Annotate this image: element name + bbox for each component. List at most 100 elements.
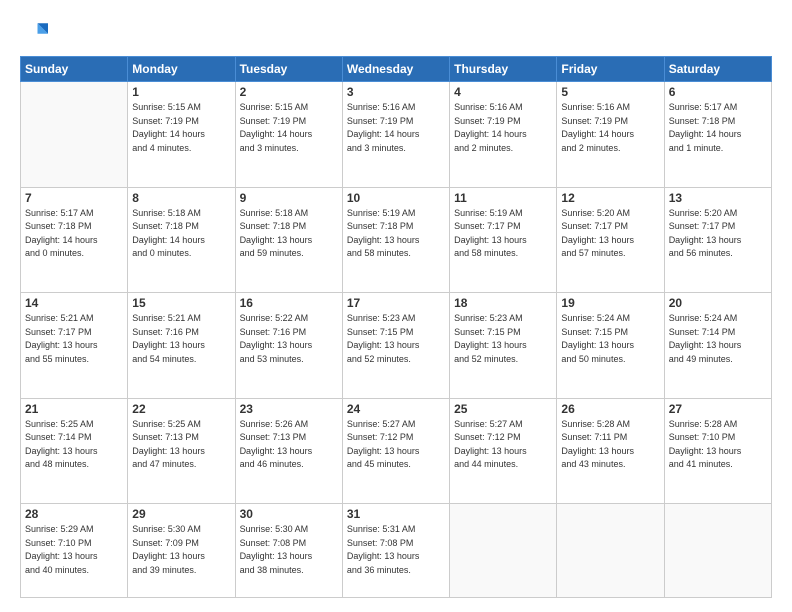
day-info: Sunrise: 5:22 AMSunset: 7:16 PMDaylight:… [240, 312, 338, 366]
day-info: Sunrise: 5:20 AMSunset: 7:17 PMDaylight:… [561, 207, 659, 261]
day-info: Sunrise: 5:16 AMSunset: 7:19 PMDaylight:… [561, 101, 659, 155]
day-info: Sunrise: 5:16 AMSunset: 7:19 PMDaylight:… [454, 101, 552, 155]
day-number: 9 [240, 191, 338, 205]
day-number: 10 [347, 191, 445, 205]
day-number: 23 [240, 402, 338, 416]
day-cell: 30 Sunrise: 5:30 AMSunset: 7:08 PMDayligh… [235, 504, 342, 598]
day-cell: 6 Sunrise: 5:17 AMSunset: 7:18 PMDaylight… [664, 82, 771, 188]
day-cell: 29Sunrise: 5:30 AMSunset: 7:09 PMDayligh… [128, 504, 235, 598]
day-info: Sunrise: 5:30 AMSunset: 7:08 PMDaylight:… [240, 523, 338, 577]
day-cell: 11 Sunrise: 5:19 AMSunset: 7:17 PMDayligh… [450, 187, 557, 293]
day-cell: 3 Sunrise: 5:16 AMSunset: 7:19 PMDaylight… [342, 82, 449, 188]
day-number: 28 [25, 507, 123, 521]
day-number: 1 [132, 85, 230, 99]
day-info: Sunrise: 5:17 AMSunset: 7:18 PMDaylight:… [25, 207, 123, 261]
day-info: Sunrise: 5:18 AMSunset: 7:18 PMDaylight:… [132, 207, 230, 261]
day-number: 31 [347, 507, 445, 521]
day-cell: 27Sunrise: 5:28 AMSunset: 7:10 PMDayligh… [664, 398, 771, 504]
day-info: Sunrise: 5:21 AMSunset: 7:17 PMDaylight:… [25, 312, 123, 366]
day-info: Sunrise: 5:25 AMSunset: 7:13 PMDaylight:… [132, 418, 230, 472]
day-cell: 4 Sunrise: 5:16 AMSunset: 7:19 PMDaylight… [450, 82, 557, 188]
day-number: 26 [561, 402, 659, 416]
day-info: Sunrise: 5:19 AMSunset: 7:17 PMDaylight:… [454, 207, 552, 261]
day-number: 24 [347, 402, 445, 416]
day-number: 7 [25, 191, 123, 205]
day-number: 12 [561, 191, 659, 205]
day-cell: 2Sunrise: 5:15 AMSunset: 7:19 PMDaylight… [235, 82, 342, 188]
day-info: Sunrise: 5:16 AMSunset: 7:19 PMDaylight:… [347, 101, 445, 155]
day-cell: 16 Sunrise: 5:22 AMSunset: 7:16 PMDayligh… [235, 293, 342, 399]
day-info: Sunrise: 5:20 AMSunset: 7:17 PMDaylight:… [669, 207, 767, 261]
day-cell [450, 504, 557, 598]
day-number: 3 [347, 85, 445, 99]
day-number: 19 [561, 296, 659, 310]
day-cell [21, 82, 128, 188]
day-cell [664, 504, 771, 598]
day-cell: 10 Sunrise: 5:19 AMSunset: 7:18 PMDayligh… [342, 187, 449, 293]
day-cell: 21 Sunrise: 5:25 AMSunset: 7:14 PMDayligh… [21, 398, 128, 504]
col-header-wednesday: Wednesday [342, 57, 449, 82]
day-info: Sunrise: 5:18 AMSunset: 7:18 PMDaylight:… [240, 207, 338, 261]
day-number: 2 [240, 85, 338, 99]
day-cell: 8 Sunrise: 5:18 AMSunset: 7:18 PMDaylight… [128, 187, 235, 293]
day-info: Sunrise: 5:19 AMSunset: 7:18 PMDaylight:… [347, 207, 445, 261]
day-info: Sunrise: 5:27 AMSunset: 7:12 PMDaylight:… [454, 418, 552, 472]
day-number: 18 [454, 296, 552, 310]
day-number: 5 [561, 85, 659, 99]
day-info: Sunrise: 5:23 AMSunset: 7:15 PMDaylight:… [347, 312, 445, 366]
day-number: 13 [669, 191, 767, 205]
day-info: Sunrise: 5:17 AMSunset: 7:18 PMDaylight:… [669, 101, 767, 155]
day-info: Sunrise: 5:15 AMSunset: 7:19 PMDaylight:… [132, 101, 230, 155]
day-info: Sunrise: 5:29 AMSunset: 7:10 PMDaylight:… [25, 523, 123, 577]
week-row-1: 1 Sunrise: 5:15 AMSunset: 7:19 PMDaylight… [21, 82, 772, 188]
week-row-5: 28 Sunrise: 5:29 AMSunset: 7:10 PMDayligh… [21, 504, 772, 598]
day-cell: 20 Sunrise: 5:24 AMSunset: 7:14 PMDayligh… [664, 293, 771, 399]
day-info: Sunrise: 5:25 AMSunset: 7:14 PMDaylight:… [25, 418, 123, 472]
day-info: Sunrise: 5:23 AMSunset: 7:15 PMDaylight:… [454, 312, 552, 366]
day-info: Sunrise: 5:30 AMSunset: 7:09 PMDaylight:… [132, 523, 230, 577]
day-number: 25 [454, 402, 552, 416]
day-cell: 25 Sunrise: 5:27 AMSunset: 7:12 PMDayligh… [450, 398, 557, 504]
day-cell: 15 Sunrise: 5:21 AMSunset: 7:16 PMDayligh… [128, 293, 235, 399]
col-header-saturday: Saturday [664, 57, 771, 82]
day-number: 20 [669, 296, 767, 310]
day-number: 16 [240, 296, 338, 310]
day-cell: 23Sunrise: 5:26 AMSunset: 7:13 PMDayligh… [235, 398, 342, 504]
day-number: 6 [669, 85, 767, 99]
day-info: Sunrise: 5:24 AMSunset: 7:15 PMDaylight:… [561, 312, 659, 366]
day-cell: 7 Sunrise: 5:17 AMSunset: 7:18 PMDaylight… [21, 187, 128, 293]
day-number: 30 [240, 507, 338, 521]
day-cell: 13 Sunrise: 5:20 AMSunset: 7:17 PMDayligh… [664, 187, 771, 293]
day-number: 14 [25, 296, 123, 310]
day-cell: 22 Sunrise: 5:25 AMSunset: 7:13 PMDayligh… [128, 398, 235, 504]
calendar-table: SundayMondayTuesdayWednesdayThursdayFrid… [20, 56, 772, 598]
day-number: 22 [132, 402, 230, 416]
day-number: 4 [454, 85, 552, 99]
col-header-friday: Friday [557, 57, 664, 82]
day-number: 11 [454, 191, 552, 205]
day-cell: 1 Sunrise: 5:15 AMSunset: 7:19 PMDaylight… [128, 82, 235, 188]
day-number: 27 [669, 402, 767, 416]
col-header-tuesday: Tuesday [235, 57, 342, 82]
col-header-monday: Monday [128, 57, 235, 82]
day-cell: 12 Sunrise: 5:20 AMSunset: 7:17 PMDayligh… [557, 187, 664, 293]
day-info: Sunrise: 5:24 AMSunset: 7:14 PMDaylight:… [669, 312, 767, 366]
day-cell: 31 Sunrise: 5:31 AMSunset: 7:08 PMDayligh… [342, 504, 449, 598]
logo [20, 18, 52, 46]
day-cell: 19 Sunrise: 5:24 AMSunset: 7:15 PMDayligh… [557, 293, 664, 399]
day-number: 21 [25, 402, 123, 416]
day-number: 15 [132, 296, 230, 310]
day-cell: 17 Sunrise: 5:23 AMSunset: 7:15 PMDayligh… [342, 293, 449, 399]
day-info: Sunrise: 5:21 AMSunset: 7:16 PMDaylight:… [132, 312, 230, 366]
page: SundayMondayTuesdayWednesdayThursdayFrid… [0, 0, 792, 612]
week-row-2: 7 Sunrise: 5:17 AMSunset: 7:18 PMDaylight… [21, 187, 772, 293]
day-cell: 9 Sunrise: 5:18 AMSunset: 7:18 PMDaylight… [235, 187, 342, 293]
header [20, 18, 772, 46]
day-cell: 28 Sunrise: 5:29 AMSunset: 7:10 PMDayligh… [21, 504, 128, 598]
day-number: 8 [132, 191, 230, 205]
day-cell: 26Sunrise: 5:28 AMSunset: 7:11 PMDayligh… [557, 398, 664, 504]
week-row-4: 21 Sunrise: 5:25 AMSunset: 7:14 PMDayligh… [21, 398, 772, 504]
day-info: Sunrise: 5:31 AMSunset: 7:08 PMDaylight:… [347, 523, 445, 577]
day-number: 17 [347, 296, 445, 310]
day-cell: 18 Sunrise: 5:23 AMSunset: 7:15 PMDayligh… [450, 293, 557, 399]
